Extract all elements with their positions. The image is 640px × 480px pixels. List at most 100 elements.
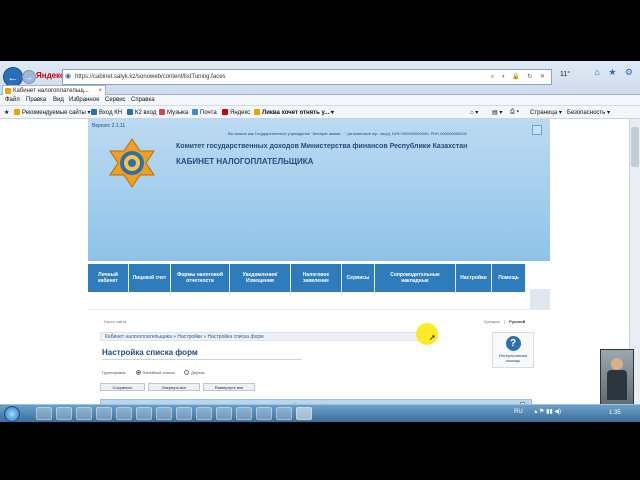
toolbar-home-icon[interactable]: ⌂ ▾ [470, 109, 478, 116]
lang-russian-current: Русский [509, 319, 526, 324]
save-button[interactable]: Сохранить [100, 383, 145, 391]
emblem-logo [109, 138, 155, 188]
taskbar-app-6[interactable] [136, 407, 152, 420]
help-label: Интерактивная помощь [498, 353, 528, 363]
title-underline [102, 359, 302, 360]
menu-edit[interactable]: Правка [26, 97, 46, 103]
help-question-icon: ? [505, 336, 521, 351]
kn-icon [91, 109, 97, 115]
taskbar-app-11[interactable] [236, 407, 252, 420]
taskbar-app-3[interactable] [76, 407, 92, 420]
toolbar-security-menu[interactable]: Безопасность ▾ [567, 109, 610, 116]
taskbar-app-10[interactable] [216, 407, 232, 420]
home-favorites-settings-icons[interactable]: ⌂ ★ ⚙ [594, 67, 636, 78]
fav-yandex[interactable]: Яндекс [222, 109, 250, 116]
toolbar-feed-icon[interactable]: ▤ ▾ [492, 109, 502, 116]
tray-language[interactable]: RU [514, 409, 523, 415]
nav-tax-forms[interactable]: Формы налоговой отчетности [171, 264, 230, 292]
fav-k2-login[interactable]: К2 вход [127, 109, 156, 116]
taskbar-clock[interactable]: 1:35 [609, 410, 621, 416]
toolbar-page-menu[interactable]: Страница ▾ [530, 109, 562, 116]
expand-all-button[interactable]: Развернуть все [203, 383, 255, 391]
taskbar-app-13[interactable] [276, 407, 292, 420]
grouping-row: Группировка: Линейный список Дерево [102, 370, 205, 375]
collapse-all-button[interactable]: Свернуть все [148, 383, 200, 391]
menu-help[interactable]: Справка [131, 97, 155, 103]
mouse-cursor-icon: ➚ [429, 333, 436, 342]
taskbar-app-8[interactable] [176, 407, 192, 420]
address-bar-area: ← → Яндекс ◉ https://cabinet.salyk.kz/so… [0, 61, 640, 96]
nav-corner-decoration [530, 289, 550, 309]
yandex-icon [222, 109, 228, 115]
nav-waybills[interactable]: Сопроводительные накладные [375, 264, 456, 292]
fav-ligue[interactable]: Ликва хочет отнять у... ▾ [254, 109, 334, 116]
taskbar-app-5[interactable] [116, 407, 132, 420]
tab-favicon-icon [5, 88, 11, 94]
taskbar-app-2[interactable] [56, 407, 72, 420]
url-text: https://cabinet.salyk.kz/sonoweb/content… [75, 74, 226, 80]
mail-icon [192, 109, 198, 115]
forward-arrow-icon: → [25, 73, 33, 82]
fav-recommended[interactable]: Рекомендуемые сайты ▾ [14, 109, 91, 116]
nav-personal-account[interactable]: Лицевой счет [129, 264, 171, 292]
lang-separator: | [503, 319, 505, 324]
nav-help[interactable]: Помощь [492, 264, 526, 292]
user-info-text: Вы вошли как Государственное учреждение … [228, 131, 467, 136]
menu-tools[interactable]: Сервис [105, 97, 126, 103]
fav-music[interactable]: Музыка [159, 109, 188, 116]
menu-view[interactable]: Вид [53, 97, 64, 103]
grouping-label: Группировка: [102, 370, 127, 375]
language-switch: Қазақша | Русский [484, 319, 525, 324]
taskbar-app-4[interactable] [96, 407, 112, 420]
radio-linear-list[interactable] [135, 370, 141, 375]
cabinet-title: КАБИНЕТ НАЛОГОПЛАТЕЛЬЩИКА [176, 157, 314, 166]
back-button[interactable]: ← [3, 67, 23, 87]
exit-icon[interactable] [532, 125, 542, 135]
menu-favorites[interactable]: Избранное [69, 97, 99, 103]
ministry-title: Комитет государственных доходов Министер… [176, 143, 468, 150]
start-button[interactable] [4, 406, 20, 422]
menu-file[interactable]: Файл [5, 97, 20, 103]
header-divider [88, 309, 550, 310]
favorites-bar: ★ Рекомендуемые сайты ▾ Вход КН К2 вход … [0, 106, 640, 119]
taskbar-app-7[interactable] [156, 407, 172, 420]
url-tools-icons[interactable]: ⌕ ▾ 🔒 ↻ ✕ [491, 70, 548, 84]
favorites-star-icon[interactable]: ★ [4, 109, 9, 116]
fav-login-kn[interactable]: Вход КН [91, 109, 122, 116]
sitemap-link[interactable]: Карта сайта [104, 319, 126, 324]
forward-button[interactable]: → [22, 70, 36, 84]
nav-personal-cabinet[interactable]: Личный кабинет [88, 264, 129, 292]
lang-kazakh-link[interactable]: Қазақша [484, 319, 500, 324]
toolbar-print-icon[interactable]: ⎙ ▾ [510, 109, 519, 116]
main-nav: Личный кабинет Лицевой счет Формы налого… [88, 264, 550, 292]
music-icon [159, 109, 165, 115]
interactive-help-button[interactable]: ? Интерактивная помощь [492, 332, 534, 368]
news-icon [254, 109, 260, 115]
weather-widget[interactable]: 11° [560, 71, 570, 78]
k2-icon [127, 109, 133, 115]
yandex-logo: Яндекс [36, 71, 65, 80]
breadcrumb[interactable]: Кабинет налогоплательщика » Настройки » … [100, 332, 420, 341]
radio-tree[interactable] [184, 370, 190, 375]
radio-tree-label[interactable]: Дерево [191, 370, 205, 375]
nav-services[interactable]: Сервисы [342, 264, 375, 292]
scrollbar-thumb[interactable] [631, 127, 639, 167]
system-tray: RU ▴ ⚑ ▮▮ ◀) [514, 408, 561, 415]
recommended-icon [14, 109, 20, 115]
nav-tax-application[interactable]: Налоговое заявление [291, 264, 342, 292]
taxpayer-cabinet-site: Версия: 2.1.11 Вы вошли как Государствен… [88, 119, 550, 422]
fav-mail[interactable]: Почта [192, 109, 217, 116]
page-viewport: Версия: 2.1.11 Вы вошли как Государствен… [0, 119, 640, 422]
nav-settings[interactable]: Настройки [456, 264, 492, 292]
taskbar-app-1[interactable] [36, 407, 52, 420]
taskbar-app-12[interactable] [256, 407, 272, 420]
tab-title: Кабинет налогоплательщ... [13, 88, 89, 94]
taskbar-browser-active[interactable] [296, 407, 312, 420]
tray-icons[interactable]: ▴ ⚑ ▮▮ ◀) [534, 409, 561, 415]
taskbar-app-9[interactable] [196, 407, 212, 420]
nav-notifications[interactable]: Уведомления/ Извещения [230, 264, 291, 292]
radio-linear-label[interactable]: Линейный список [143, 370, 175, 375]
page-title: Настройка списка форм [102, 348, 198, 357]
url-input[interactable]: ◉ https://cabinet.salyk.kz/sonoweb/conte… [62, 69, 552, 85]
letterbox-top [0, 0, 640, 61]
